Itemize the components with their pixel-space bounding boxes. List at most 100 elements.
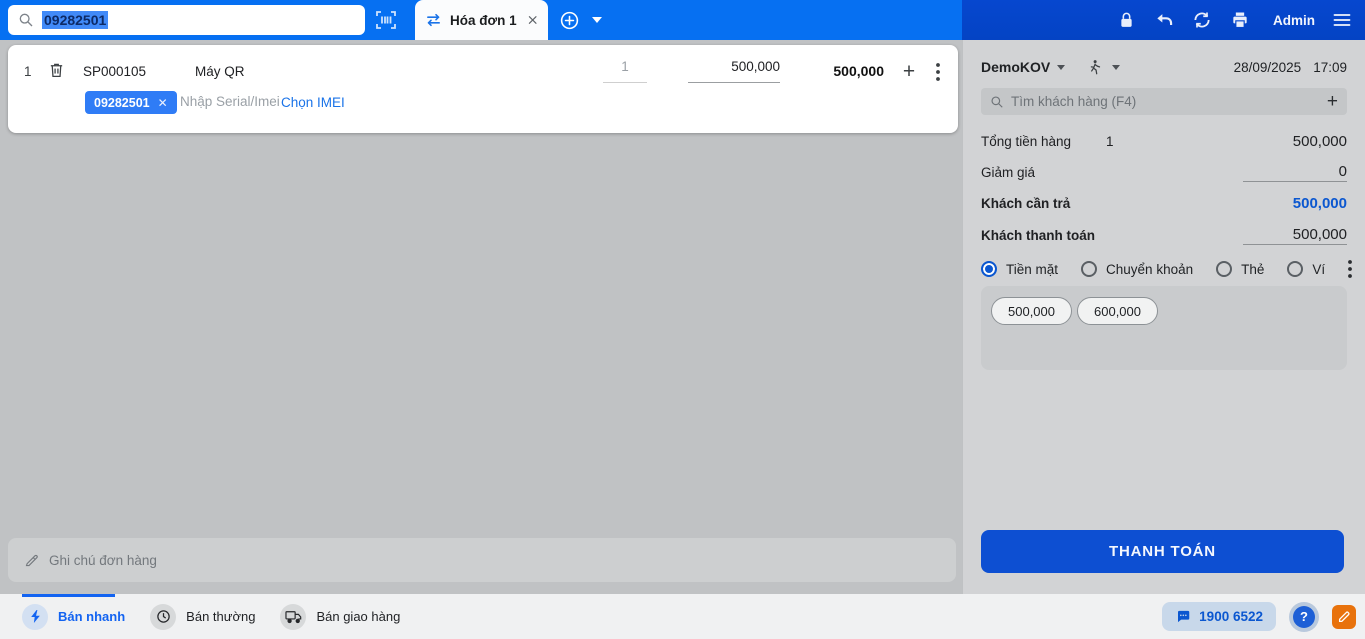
order-note-input[interactable]: Ghi chú đơn hàng <box>8 538 956 582</box>
item-code[interactable]: SP000105 <box>83 64 146 79</box>
serial-input[interactable]: Nhập Serial/Imei <box>180 94 280 109</box>
item-count: 1 <box>1106 133 1114 149</box>
due-value: 500,000 <box>1292 194 1347 212</box>
add-tab-icon[interactable] <box>558 9 580 31</box>
delete-item-icon[interactable] <box>48 61 70 83</box>
tab-label: Hóa đơn 1 <box>450 12 517 28</box>
order-time: 17:09 <box>1313 59 1347 75</box>
branch-selector[interactable]: DemoKOV <box>981 59 1066 75</box>
sale-channel-selector[interactable] <box>1087 59 1121 76</box>
radio-icon[interactable] <box>1216 261 1233 277</box>
cart-item-card: 1 SP000105 Máy QR 1 500,000 500,000 + 09… <box>8 45 958 133</box>
hotline-button[interactable]: 1900 6522 <box>1162 602 1276 631</box>
pay-button[interactable]: THANH TOÁN <box>981 530 1344 573</box>
paid-row: Khách thanh toán 500,000 <box>981 224 1347 246</box>
tab-menu-caret-icon[interactable] <box>592 17 602 23</box>
cart-area: 1 SP000105 Máy QR 1 500,000 500,000 + 09… <box>0 40 962 594</box>
payment-method-label: Thẻ <box>1241 261 1265 277</box>
customer-search-input[interactable]: Tìm khách hàng (F4) + <box>981 88 1347 115</box>
bottom-bar: Bán nhanh Bán thường Bán giao hàng 1900 … <box>0 594 1365 639</box>
cart-item-row: 1 SP000105 Máy QR 1 500,000 500,000 + <box>8 59 958 85</box>
hamburger-menu-icon[interactable] <box>1331 9 1353 31</box>
truck-icon <box>280 603 307 630</box>
printer-icon[interactable] <box>1229 9 1251 31</box>
search-icon <box>991 95 1003 108</box>
swap-icon <box>427 13 440 27</box>
subtotal-label: Tổng tiền hàng <box>981 133 1072 149</box>
payment-method-wallet[interactable]: Ví <box>1287 261 1325 277</box>
payment-method-transfer[interactable]: Chuyển khoản <box>1081 261 1193 277</box>
close-tab-icon[interactable] <box>527 14 538 26</box>
remove-serial-icon[interactable]: ✕ <box>158 96 168 110</box>
radio-icon[interactable] <box>1081 261 1098 277</box>
feedback-pencil-icon <box>1338 611 1350 623</box>
payment-method-card[interactable]: Thẻ <box>1216 261 1264 277</box>
payment-method-cash[interactable]: Tiền mặt <box>981 261 1058 277</box>
mode-label: Bán nhanh <box>58 609 126 624</box>
payment-method-label: Tiền mặt <box>1006 261 1059 277</box>
feedback-button[interactable] <box>1332 604 1356 629</box>
clock-icon <box>150 603 177 630</box>
mode-quick-sale[interactable]: Bán nhanh <box>22 603 126 630</box>
subtotal-row: Tổng tiền hàng 1 500,000 <box>981 130 1347 152</box>
discount-input[interactable]: 0 <box>1243 163 1347 182</box>
checkout-panel: DemoKOV 28/09/2025 17:09 Tìm khách hàng … <box>962 40 1365 594</box>
product-search-value: 09282501 <box>42 11 109 29</box>
pos-app: 09282501 Hóa đơn 1 Admin 1 SP000105 Máy … <box>0 0 1365 639</box>
payment-more-options-icon[interactable] <box>1348 258 1353 280</box>
radio-icon[interactable] <box>1287 261 1304 277</box>
mode-label: Bán giao hàng <box>316 609 401 624</box>
add-customer-icon[interactable]: + <box>1327 91 1338 113</box>
cash-suggestion-chip[interactable]: 500,000 <box>991 297 1072 325</box>
add-line-icon[interactable]: + <box>898 60 920 83</box>
due-label: Khách cần trả <box>981 195 1071 211</box>
order-date: 28/09/2025 <box>1233 59 1302 75</box>
pencil-icon <box>25 554 38 566</box>
search-icon <box>19 13 33 27</box>
discount-label: Giảm giá <box>981 164 1036 180</box>
mode-label: Bán thường <box>186 609 256 624</box>
top-bar: 09282501 Hóa đơn 1 Admin <box>0 0 1365 40</box>
chat-bubble-icon <box>1178 610 1190 623</box>
cash-suggestion-chip[interactable]: 600,000 <box>1077 297 1158 325</box>
order-datetime[interactable]: 28/09/2025 17:09 <box>1234 60 1347 75</box>
paid-input[interactable]: 500,000 <box>1243 226 1347 245</box>
hotline-number: 1900 6522 <box>1199 609 1263 624</box>
quantity-input[interactable]: 1 <box>603 59 647 83</box>
product-search-input[interactable]: 09282501 <box>8 5 365 35</box>
unit-price-input[interactable]: 500,000 <box>688 59 780 83</box>
barcode-scan-icon[interactable] <box>374 8 400 32</box>
branch-caret-icon <box>1057 64 1066 70</box>
item-name[interactable]: Máy QR <box>195 64 245 79</box>
payment-method-label: Chuyển khoản <box>1106 261 1194 277</box>
choose-imei-link[interactable]: Chọn IMEI <box>281 95 345 110</box>
help-button[interactable]: ? <box>1289 601 1319 632</box>
sale-channel-caret-icon <box>1112 64 1121 70</box>
walk-in-icon <box>1090 59 1101 74</box>
mode-delivery-sale[interactable]: Bán giao hàng <box>280 603 401 630</box>
undo-icon[interactable] <box>1153 9 1175 31</box>
payment-method-label: Ví <box>1312 261 1326 277</box>
lock-icon[interactable] <box>1115 9 1137 31</box>
bottom-bar-right: 1900 6522 ? <box>1162 601 1356 632</box>
subtotal-value: 500,000 <box>1292 132 1347 150</box>
cash-suggestion-zone: 500,000 600,000 <box>981 286 1347 370</box>
customer-search-placeholder: Tìm khách hàng (F4) <box>1011 94 1137 109</box>
tab-invoice-1[interactable]: Hóa đơn 1 <box>415 0 548 40</box>
serial-row: 09282501 ✕ Nhập Serial/Imei Chọn IMEI <box>8 91 958 115</box>
mode-normal-sale[interactable]: Bán thường <box>150 603 256 630</box>
line-total: 500,000 <box>833 63 884 79</box>
discount-row: Giảm giá 0 <box>981 161 1347 183</box>
sync-icon[interactable] <box>1191 9 1213 31</box>
line-number: 1 <box>24 64 32 79</box>
serial-tag-value: 09282501 <box>94 95 150 110</box>
item-more-options-icon[interactable] <box>928 61 948 83</box>
sale-modes: Bán nhanh Bán thường Bán giao hàng <box>22 594 400 639</box>
serial-tag[interactable]: 09282501 ✕ <box>85 91 177 114</box>
panel-header: DemoKOV 28/09/2025 17:09 <box>981 56 1347 78</box>
top-bar-right: Admin <box>962 0 1365 40</box>
due-row: Khách cần trả 500,000 <box>981 192 1347 214</box>
admin-user-label[interactable]: Admin <box>1273 13 1315 28</box>
radio-selected-icon[interactable] <box>981 261 997 277</box>
lightning-icon <box>22 603 48 630</box>
